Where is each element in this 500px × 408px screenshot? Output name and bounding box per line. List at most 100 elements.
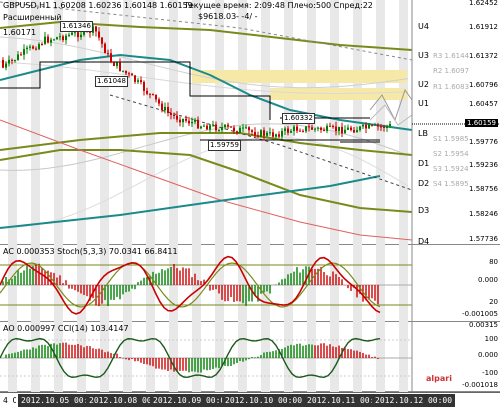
broker-logo: alpari [426,374,452,383]
candle-body [134,75,136,82]
candle-body [140,80,142,83]
candle-body [374,124,376,126]
level-d2: D2 [418,179,430,188]
candle-body [239,127,241,133]
candle-body [314,128,316,130]
candle-body [212,124,214,126]
ac-axis-tick: 80 [489,258,498,266]
candle-body [188,120,190,124]
candle-body [152,93,154,95]
time-tick: 2012.10.09 00:00 [150,394,234,407]
level-u4: U4 [418,22,429,31]
ac-axis-tick: -0.001005 [462,310,498,318]
price-tick: 1.61912 [469,23,498,31]
candle-body [128,73,130,75]
candle-body [368,124,370,129]
session-stripe [146,0,155,245]
candle-body [365,124,367,129]
candle-body [251,130,253,132]
session-stripe [215,322,224,392]
price-tick: 1.60457 [469,100,498,108]
candle-body [164,106,166,111]
candle-body [311,127,313,130]
candle-body [17,54,19,61]
candle-body [320,127,322,130]
price-tick: 1.58246 [469,210,498,218]
fib-s3: S3 1.5924 [433,165,469,173]
candle-body [71,32,73,35]
price-tick: 1.60796 [469,81,498,89]
ac-axis-tick: 0.000 [477,276,498,284]
candle-body [383,126,385,128]
main-price-pane[interactable]: GBPUSD,H1 1.60208 1.60236 1.60148 1.6015… [0,0,500,246]
candle-body [341,126,343,134]
candle-body [233,127,235,132]
candle-body [380,126,382,128]
session-stripe [123,245,132,322]
level-u2: U2 [418,80,429,89]
candle-body [293,126,295,131]
candle-body [224,124,226,128]
ao-axis-tick: 100 [484,335,498,343]
trading-chart[interactable]: GBPUSD,H1 1.60208 1.60236 1.60148 1.6015… [0,0,500,408]
candle-body [80,34,82,38]
session-stripe [192,0,201,245]
candle-body [350,127,352,130]
candle-body [161,103,163,111]
candle-body [5,63,7,68]
candle-body [50,39,52,43]
candle-body [299,130,301,132]
mid-mark-label: 1.61048 [95,76,128,87]
candle-body [173,115,175,117]
time-tick: 2012.10.10 00:00 [222,394,306,407]
price-tick: 1.62452 [469,0,498,7]
candle-body [47,36,49,43]
ao-cci-pane[interactable]: AO 0.000997 CCI(14) 103.4147 alpari 0.00… [0,321,500,392]
ac-stoch-canvas[interactable] [0,245,500,322]
candle-body [218,130,220,132]
candle-body [125,70,127,74]
candle-body [65,35,67,41]
fib-s4: S4 1.5895 [433,180,469,188]
ac-axis-tick: 20 [489,298,498,306]
candle-body [119,62,121,71]
candle-body [149,93,151,95]
candle-body [257,135,259,137]
candle-body [302,130,304,132]
candle-body [194,119,196,122]
ac-stoch-pane[interactable]: AC 0.000353 Stoch(5,3,3) 70.0341 66.8411… [0,245,500,322]
candle-body [275,134,277,137]
upper-flat-label: 1.60332 [282,113,315,124]
session-stripe [238,322,247,392]
candle-body [197,119,199,129]
level-u1: U1 [418,99,429,108]
expanded-label: Расширенный [3,13,62,22]
session-stripe [261,245,270,322]
candle-body [2,60,4,68]
session-stripe [376,322,385,392]
candle-body [269,132,271,134]
level-u3: U3 [418,51,429,60]
candle-body [68,34,70,36]
server-time: Текущее время: 2:09:48 Плечо:500 Спред:2… [184,1,373,10]
candle-body [113,62,115,66]
time-tick: 4 Oct 2012 [0,394,16,407]
account-balance: $9618.03 [198,12,237,21]
price-tick: 1.59236 [469,161,498,169]
candle-body [29,46,31,48]
candle-body [281,130,283,137]
ao-axis-tick: -100 [482,369,498,377]
candle-body [104,43,106,54]
candle-body [206,125,208,130]
session-stripe [123,0,132,245]
candle-body [278,134,280,137]
candle-body [371,124,373,126]
candle-body [116,62,118,66]
session-stripe [215,245,224,322]
price-tick: 1.58756 [469,185,498,193]
candle-body [155,94,157,100]
candle-body [20,54,22,56]
candle-body [176,115,178,120]
candle-body [158,99,160,104]
candle-body [62,36,64,41]
